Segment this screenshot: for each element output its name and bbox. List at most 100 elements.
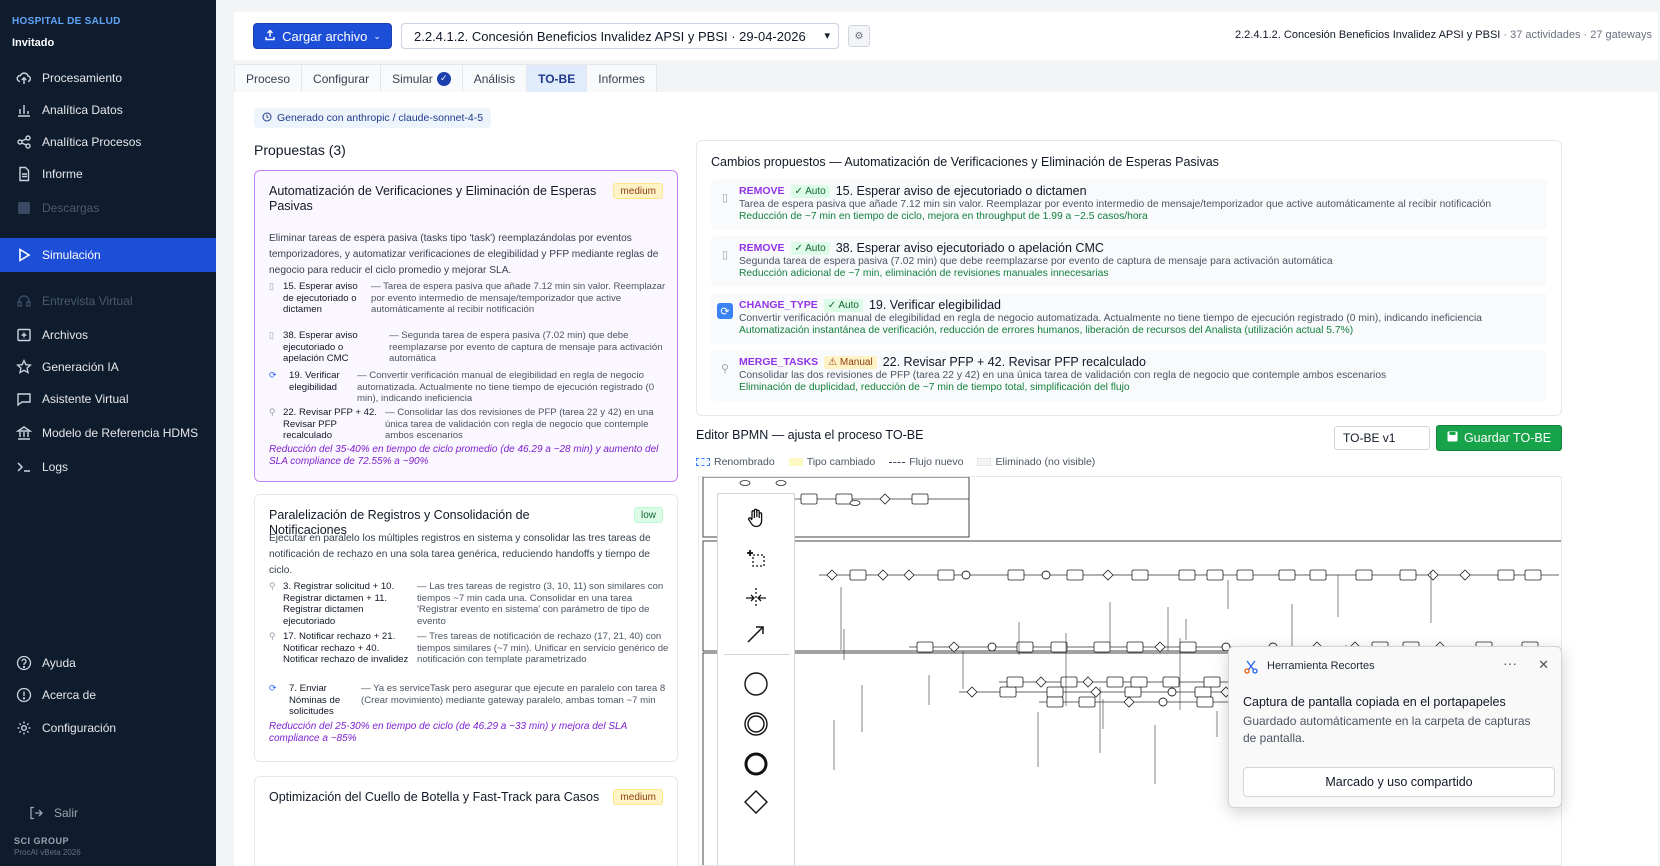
nav-label: Ayuda (42, 656, 76, 670)
start-event-icon[interactable] (740, 668, 772, 700)
chevron-down-icon: ▾ (824, 30, 830, 42)
change-impact: Automatización instantánea de verificaci… (739, 325, 1354, 336)
nav-label: Modelo de Referencia HDMS (42, 426, 199, 440)
process-select-value: 2.2.4.1.2. Concesión Beneficios Invalide… (414, 28, 806, 44)
space-tool-icon[interactable] (740, 582, 772, 614)
bpmn-task (1196, 696, 1214, 708)
bpmn-task (1236, 569, 1254, 581)
tab-label: Configurar (313, 71, 370, 86)
chevron-down-icon: ⌄ (373, 30, 381, 41)
nav-logs[interactable]: Logs (0, 450, 216, 484)
more-options-icon[interactable]: ··· (1503, 655, 1517, 671)
bpmn-task (1046, 696, 1064, 708)
tab-informes[interactable]: Informes (586, 64, 657, 92)
process-name: 2.2.4.1.2. Concesión Beneficios Invalide… (1234, 29, 1501, 41)
generated-badge: Generado con anthropic / claude-sonnet-4… (254, 108, 492, 128)
nav-procesamiento[interactable]: Procesamiento (0, 61, 216, 95)
nav-label: Simulación (42, 248, 101, 262)
notification-body: Guardado automáticamente en la carpeta d… (1243, 714, 1531, 745)
lasso-tool-icon[interactable] (740, 542, 772, 574)
bpmn-event (987, 642, 997, 652)
gear-icon (16, 720, 32, 736)
nav-label: Logs (42, 460, 69, 474)
version-name-input[interactable]: TO-BE v1 (1334, 426, 1430, 450)
nav-asistente-virtual[interactable]: Asistente Virtual (0, 382, 216, 416)
nav-acerca-de[interactable]: Acerca de (0, 678, 216, 712)
change-description: Consolidar las dos revisiones de PFP (ta… (739, 370, 1387, 381)
bpmn-gateway (879, 493, 891, 505)
process-select[interactable]: 2.2.4.1.2. Concesión Beneficios Invalide… (401, 23, 839, 49)
mode-badge: ✓ Auto (823, 298, 863, 312)
nav-modelo-referencia[interactable]: Modelo de Referencia HDMS (0, 416, 216, 450)
change-row[interactable]: ⚲ MERGE_TASKS ⚠ Manual 22. Revisar PFP +… (711, 350, 1547, 401)
bpmn-task (1309, 569, 1327, 581)
nav-label: Salir (54, 806, 79, 820)
proposal-card[interactable]: Paralelización de Registros y Consolidac… (254, 494, 678, 762)
proposal-title: Optimización del Cuello de Botella y Fas… (269, 790, 600, 804)
change-detail: — Tres tareas de notificación de rechazo… (417, 631, 669, 665)
nav-analitica-datos[interactable]: Analítica Datos (0, 93, 216, 127)
bpmn-task (999, 686, 1017, 698)
nav-informe[interactable]: Informe (0, 157, 216, 191)
change-detail: — Consolidar las dos revisiones de PFP (… (385, 407, 654, 441)
tab-to-be[interactable]: TO-BE (526, 64, 588, 92)
bpmn-task (1524, 569, 1542, 581)
bpmn-task (1130, 676, 1148, 688)
tab-simular[interactable]: Simular ✓ (380, 64, 463, 92)
proposal-change: ⟳ 19. Verificar elegibilidad — Convertir… (269, 370, 669, 405)
tab-analisis[interactable]: Análisis (461, 64, 528, 92)
proposal-change: ⚲ 17. Notificar rechazo + 21. Notificar … (269, 631, 669, 666)
change-title: 38. Esperar aviso ejecutoriado o apelaci… (835, 241, 1104, 255)
proposal-impact: Reducción del 35-40% en tiempo de ciclo … (269, 444, 659, 467)
nav-analitica-procesos[interactable]: Analítica Procesos (0, 125, 216, 159)
bpmn-gateway (826, 569, 838, 581)
mode-badge: ✓ Auto (790, 184, 830, 198)
proposal-card[interactable]: Automatización de Verificaciones y Elimi… (254, 170, 678, 482)
nav-generacion-ia[interactable]: Generación IA (0, 350, 216, 384)
intermediate-event-icon[interactable] (740, 708, 772, 740)
chat-icon (16, 391, 32, 407)
proposal-card[interactable]: Optimización del Cuello de Botella y Fas… (254, 776, 678, 866)
markup-share-button[interactable]: Marcado y uso compartido (1243, 767, 1555, 797)
proposal-change: ⚲ 3. Registrar solicitud + 10. Registrar… (269, 581, 669, 627)
tab-configurar[interactable]: Configurar (301, 64, 382, 92)
bpmn-task (1194, 686, 1212, 698)
end-event-icon[interactable] (740, 748, 772, 780)
tab-label: Simular (392, 71, 433, 86)
nav-configuracion[interactable]: Configuración (0, 711, 216, 745)
user-name: Invitado (12, 37, 55, 49)
bpmn-gateway (1459, 569, 1471, 581)
bpmn-gateway (877, 569, 889, 581)
upload-button[interactable]: Cargar archivo ⌄ (253, 23, 392, 49)
proposals-title: Propuestas (3) (254, 142, 346, 158)
nav-simulacion[interactable]: Simulación (0, 238, 216, 272)
tab-proceso[interactable]: Proceso (234, 64, 303, 92)
change-row[interactable]: ⟳ CHANGE_TYPE ✓ Auto 19. Verificar elegi… (711, 293, 1547, 344)
nav-salir[interactable]: Salir (0, 796, 216, 830)
share-nodes-icon (16, 134, 32, 150)
bpmn-data-store (775, 480, 787, 486)
nav-label: Archivos (42, 328, 89, 342)
tab-label: Análisis (473, 71, 516, 86)
link-icon: ⚲ (269, 407, 276, 417)
connect-tool-icon[interactable] (740, 618, 772, 650)
save-to-be-button[interactable]: Guardar TO-BE (1436, 425, 1562, 451)
nav-label: Analítica Procesos (42, 135, 142, 149)
gateway-icon[interactable] (740, 786, 772, 818)
nav-archivos[interactable]: Archivos (0, 318, 216, 352)
bpmn-task (1131, 569, 1149, 581)
nav-ayuda[interactable]: Ayuda (0, 646, 216, 680)
change-kind: MERGE_TASKS (739, 356, 819, 368)
nav-label: Asistente Virtual (42, 392, 129, 406)
hand-tool-icon[interactable] (740, 502, 772, 534)
bpmn-task (1179, 641, 1197, 653)
change-row[interactable]: ▯ REMOVE ✓ Auto 15. Esperar aviso de eje… (711, 179, 1547, 230)
nav-label: Configuración (42, 721, 117, 735)
footer-version: ProcAI vBeta 2026 (14, 848, 81, 857)
notification-app-name: Herramienta Recortes (1267, 660, 1375, 672)
bpmn-task (1126, 641, 1144, 653)
close-icon[interactable]: ✕ (1538, 657, 1549, 673)
snipping-tool-notification: Herramienta Recortes ··· ✕ Captura de pa… (1228, 646, 1562, 808)
settings-small-icon[interactable]: ⚙ (848, 25, 870, 47)
change-row[interactable]: ▯ REMOVE ✓ Auto 38. Esperar aviso ejecut… (711, 236, 1547, 287)
